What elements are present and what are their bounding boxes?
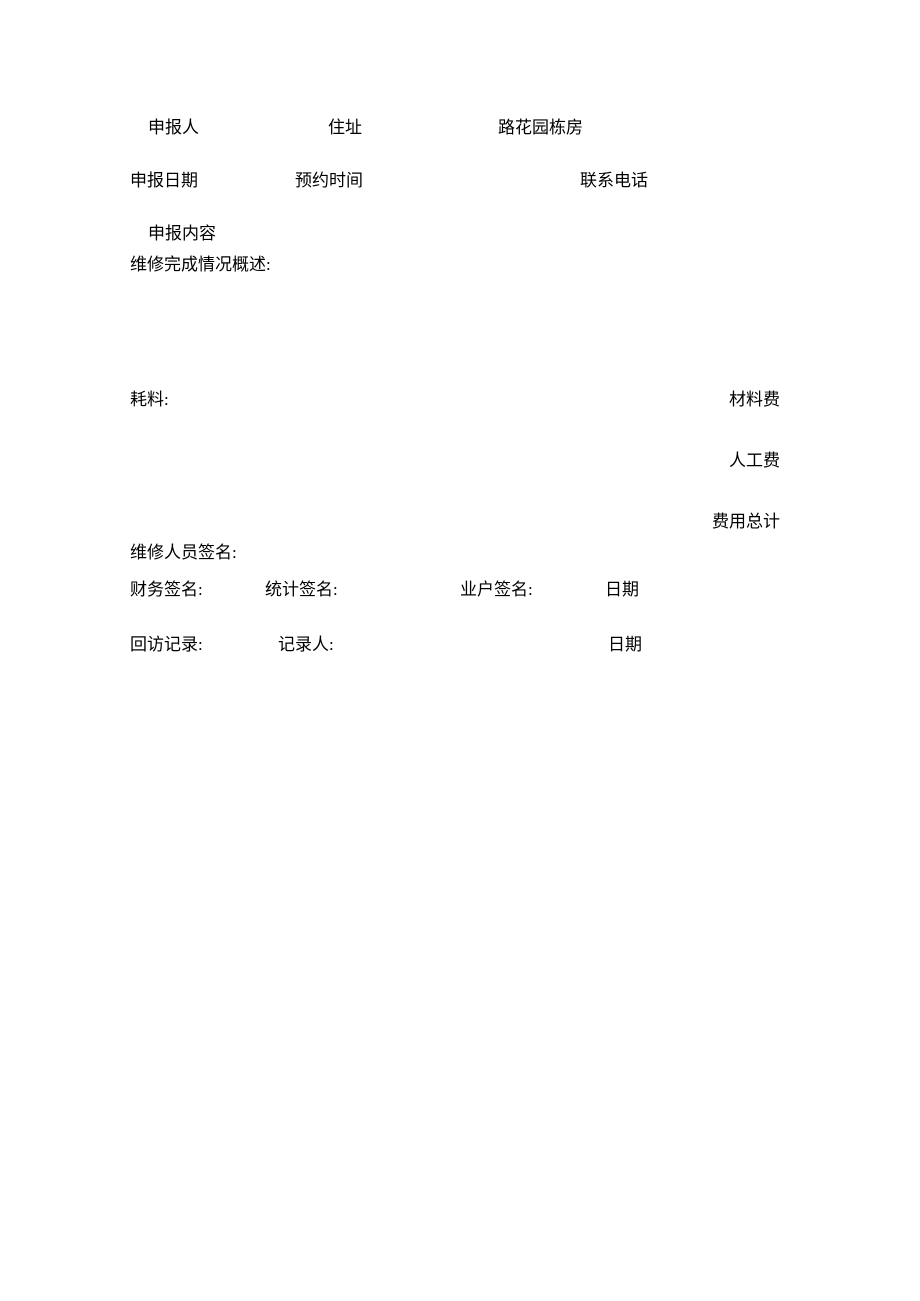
visit-date-label: 日期 <box>608 630 642 655</box>
total-fee-label: 费用总计 <box>712 507 790 532</box>
row-labor: 人工费 <box>130 446 790 471</box>
finance-sign-label: 财务签名: <box>130 575 265 600</box>
appointment-label: 预约时间 <box>295 166 580 191</box>
row-applicant: 申报人 住址 路花园栋房 <box>130 113 790 138</box>
content-block: 申报内容 维修完成情况概述: <box>130 219 790 275</box>
repair-staff-sign-label: 维修人员签名: <box>130 538 790 563</box>
visit-recorder-label: 记录人: <box>278 630 608 655</box>
address-label: 住址 <box>328 113 498 138</box>
owner-sign-label: 业户签名: <box>460 575 605 600</box>
phone-label: 联系电话 <box>580 166 648 191</box>
labor-fee-label: 人工费 <box>729 446 790 471</box>
statistics-sign-label: 统计签名: <box>265 575 460 600</box>
row-signatures: 财务签名: 统计签名: 业户签名: 日期 <box>130 575 790 600</box>
repair-summary-label: 维修完成情况概述: <box>130 250 790 275</box>
address-value: 路花园栋房 <box>498 113 583 138</box>
material-used-label: 耗料: <box>130 385 169 410</box>
applicant-label: 申报人 <box>148 113 328 138</box>
row-visit: 回访记录: 记录人: 日期 <box>130 630 790 655</box>
form-page: 申报人 住址 路花园栋房 申报日期 预约时间 联系电话 申报内容 维修完成情况概… <box>130 113 790 655</box>
row-material: 耗料: 材料费 <box>130 385 790 410</box>
material-fee-label: 材料费 <box>729 385 790 410</box>
sign-date-label: 日期 <box>605 575 639 600</box>
visit-record-label: 回访记录: <box>130 630 278 655</box>
row-date-phone: 申报日期 预约时间 联系电话 <box>130 166 790 191</box>
apply-date-label: 申报日期 <box>130 166 295 191</box>
apply-content-label: 申报内容 <box>148 219 790 244</box>
row-repair-sign-total: 费用总计 <box>130 507 790 532</box>
